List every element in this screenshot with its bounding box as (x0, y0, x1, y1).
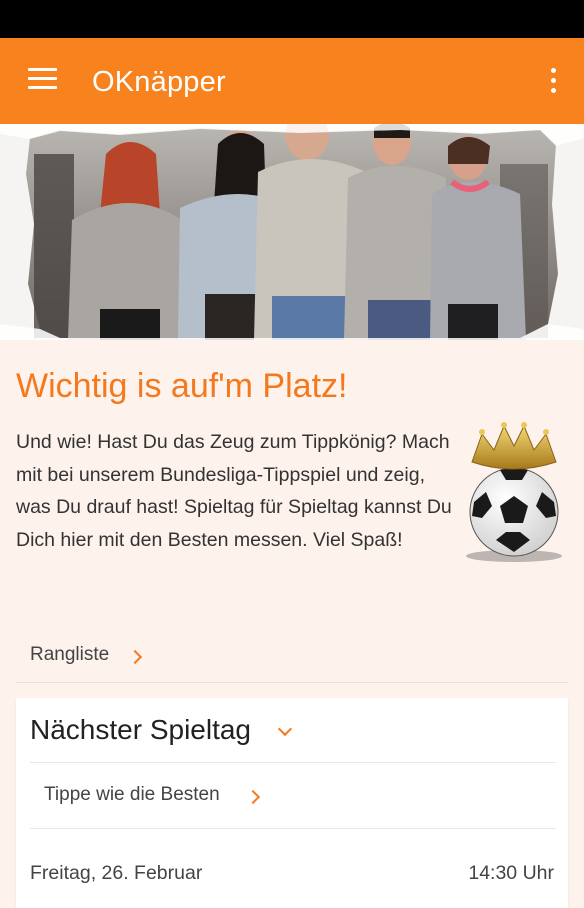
divider (30, 828, 556, 829)
rangliste-label: Rangliste (30, 644, 110, 665)
next-matchday-title[interactable]: Nächster Spieltag (30, 714, 251, 746)
soccer-ball-crown-icon (466, 422, 562, 562)
status-bar (0, 0, 584, 38)
chevron-down-icon[interactable] (277, 721, 293, 737)
chevron-right-icon (245, 789, 261, 805)
tippe-wie-die-besten-link[interactable]: Tippe wie die Besten (44, 784, 220, 806)
headline: Wichtig is auf'm Platz! (16, 367, 348, 405)
menu-icon[interactable] (28, 68, 58, 92)
hero-team-photo (0, 124, 584, 340)
match-date: Freitag, 26. Februar (30, 862, 203, 884)
tippe-wie-die-besten-label: Tippe wie die Besten (44, 784, 220, 805)
next-matchday-card: Nächster Spieltag Tippe wie die Besten F… (16, 698, 568, 908)
intro-text: Und wie! Hast Du das Zeug zum Tippkönig?… (16, 431, 452, 551)
more-vert-icon[interactable] (546, 68, 560, 94)
app-bar: OKnäpper (0, 38, 584, 124)
divider (30, 762, 556, 763)
match-time: 14:30 Uhr (468, 862, 554, 884)
app-title: OKnäpper (92, 66, 226, 98)
rangliste-link[interactable]: Rangliste (16, 630, 568, 683)
chevron-right-icon (127, 649, 143, 665)
